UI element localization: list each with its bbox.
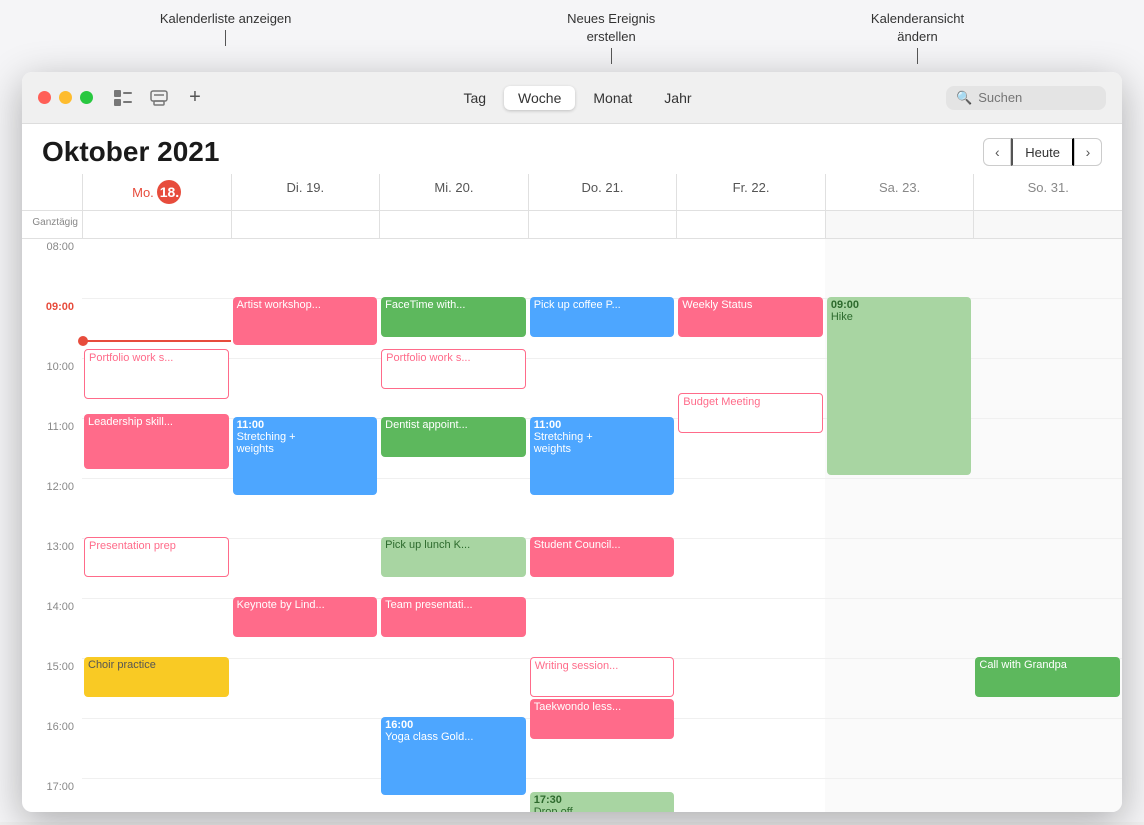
navigation-buttons: ‹ Heute › <box>983 138 1102 166</box>
event-stretching-di[interactable]: 11:00Stretching +weights <box>233 417 378 495</box>
col-saturday: 09:00Hike 19:00 19:00 <box>825 239 974 812</box>
day-headers: Mo. 18. Di. 19. Mi. 20. Do. 21. Fr. 22. … <box>22 174 1122 211</box>
time-label-1700: 17:00 <box>22 779 82 812</box>
time-label-1600: 16:00 <box>22 719 82 779</box>
event-hike[interactable]: 09:00Hike <box>827 297 972 475</box>
day-header-mo: Mo. 18. <box>82 174 231 210</box>
col-sunday: Call with Grandpa 19:00 <box>973 239 1122 812</box>
event-pickup-lunch[interactable]: Pick up lunch K... <box>381 537 526 577</box>
day-header-fr: Fr. 22. <box>676 174 825 210</box>
event-taekwondo[interactable]: Taekwondo less... <box>530 699 675 739</box>
toolbar-icons: + <box>109 87 209 109</box>
today-button[interactable]: Heute <box>1011 138 1074 166</box>
tab-woche[interactable]: Woche <box>504 86 575 110</box>
time-label-1100: 11:00 <box>22 419 82 479</box>
event-writing[interactable]: Writing session... <box>530 657 675 697</box>
day-header-mi: Mi. 20. <box>379 174 528 210</box>
col-monday: Portfolio work s... Leadership skill... … <box>82 239 231 812</box>
col-wednesday: FaceTime with... Portfolio work s... Den… <box>379 239 528 812</box>
all-day-so <box>973 211 1122 238</box>
calendar-list-button[interactable] <box>109 87 137 109</box>
all-day-mo <box>82 211 231 238</box>
day-header-sa: Sa. 23. <box>825 174 974 210</box>
event-keynote[interactable]: Keynote by Lind... <box>233 597 378 637</box>
event-presentation[interactable]: Presentation prep <box>84 537 229 577</box>
col-friday: Weekly Status Budget Meeting <box>676 239 825 812</box>
event-choir[interactable]: Choir practice <box>84 657 229 697</box>
all-day-label: Ganztägig <box>22 211 82 238</box>
close-button[interactable] <box>38 91 51 104</box>
event-portfolio-mi[interactable]: Portfolio work s... <box>381 349 526 389</box>
time-grid: 08:00 09:00 10:00 11:00 12:00 13:00 14:0… <box>22 239 1122 812</box>
view-tabs: Tag Woche Monat Jahr <box>221 86 934 110</box>
event-leadership[interactable]: Leadership skill... <box>84 414 229 469</box>
annotation-area: Kalenderliste anzeigen Neues Ereignisers… <box>0 0 1144 72</box>
annotation-neues: Neues Ereigniserstellen <box>567 10 655 64</box>
all-day-di <box>231 211 380 238</box>
tab-monat[interactable]: Monat <box>579 86 646 110</box>
annotation-ansicht: Kalenderansichtändern <box>871 10 964 64</box>
current-time-line <box>82 340 231 342</box>
prev-button[interactable]: ‹ <box>983 138 1011 166</box>
time-labels: 08:00 09:00 10:00 11:00 12:00 13:00 14:0… <box>22 239 82 812</box>
col-thursday: Pick up coffee P... 11:00Stretching +wei… <box>528 239 677 812</box>
all-day-row: Ganztägig <box>22 211 1122 239</box>
search-input[interactable] <box>978 90 1096 105</box>
add-event-button[interactable]: + <box>181 87 209 109</box>
titlebar: + Tag Woche Monat Jahr 🔍 <box>22 72 1122 124</box>
time-label-1000: 10:00 <box>22 359 82 419</box>
time-label-1400: 14:00 <box>22 599 82 659</box>
day-header-so: So. 31. <box>973 174 1122 210</box>
event-artist[interactable]: Artist workshop... <box>233 297 378 345</box>
calendar-header: Oktober 2021 ‹ Heute › <box>22 124 1122 174</box>
time-label-1500: 15:00 <box>22 659 82 719</box>
annotation-kalender: Kalenderliste anzeigen <box>160 10 292 64</box>
search-icon: 🔍 <box>956 90 972 106</box>
all-day-mi <box>379 211 528 238</box>
tab-jahr[interactable]: Jahr <box>650 86 705 110</box>
time-label-900: 09:00 <box>22 299 82 359</box>
event-yoga[interactable]: 16:00Yoga class Gold... <box>381 717 526 795</box>
all-day-do <box>528 211 677 238</box>
event-facetime[interactable]: FaceTime with... <box>381 297 526 337</box>
event-dentist[interactable]: Dentist appoint... <box>381 417 526 457</box>
event-weekly-status[interactable]: Weekly Status <box>678 297 823 337</box>
tab-tag[interactable]: Tag <box>449 86 500 110</box>
day-header-do: Do. 21. <box>528 174 677 210</box>
all-day-fr <box>676 211 825 238</box>
event-portfolio-mo[interactable]: Portfolio work s... <box>84 349 229 399</box>
traffic-lights <box>38 91 93 104</box>
time-label-1200: 12:00 <box>22 479 82 539</box>
calendar-window: + Tag Woche Monat Jahr 🔍 Oktober 2021 ‹ … <box>22 72 1122 812</box>
time-scroll[interactable]: 08:00 09:00 10:00 11:00 12:00 13:00 14:0… <box>22 239 1122 812</box>
time-label-1300: 13:00 <box>22 539 82 599</box>
event-pickup-coffee[interactable]: Pick up coffee P... <box>530 297 675 337</box>
col-tuesday: Artist workshop... 11:00Stretching +weig… <box>231 239 380 812</box>
month-title: Oktober 2021 <box>42 136 219 168</box>
inbox-button[interactable] <box>145 87 173 109</box>
day-header-di: Di. 19. <box>231 174 380 210</box>
minimize-button[interactable] <box>59 91 72 104</box>
event-call-grandpa[interactable]: Call with Grandpa <box>975 657 1120 697</box>
today-badge: 18. <box>157 180 181 204</box>
event-stretching-do[interactable]: 11:00Stretching +weights <box>530 417 675 495</box>
time-label-800: 08:00 <box>22 239 82 299</box>
header-spacer <box>22 174 82 210</box>
event-dropoff[interactable]: 17:30Drop offGrandma... <box>530 792 675 812</box>
event-team-presentation[interactable]: Team presentati... <box>381 597 526 637</box>
current-time-dot <box>78 336 88 346</box>
maximize-button[interactable] <box>80 91 93 104</box>
event-budget[interactable]: Budget Meeting <box>678 393 823 433</box>
search-box[interactable]: 🔍 <box>946 86 1106 110</box>
next-button[interactable]: › <box>1074 138 1102 166</box>
event-student-council[interactable]: Student Council... <box>530 537 675 577</box>
all-day-sa <box>825 211 974 238</box>
calendar-body: Mo. 18. Di. 19. Mi. 20. Do. 21. Fr. 22. … <box>22 174 1122 812</box>
